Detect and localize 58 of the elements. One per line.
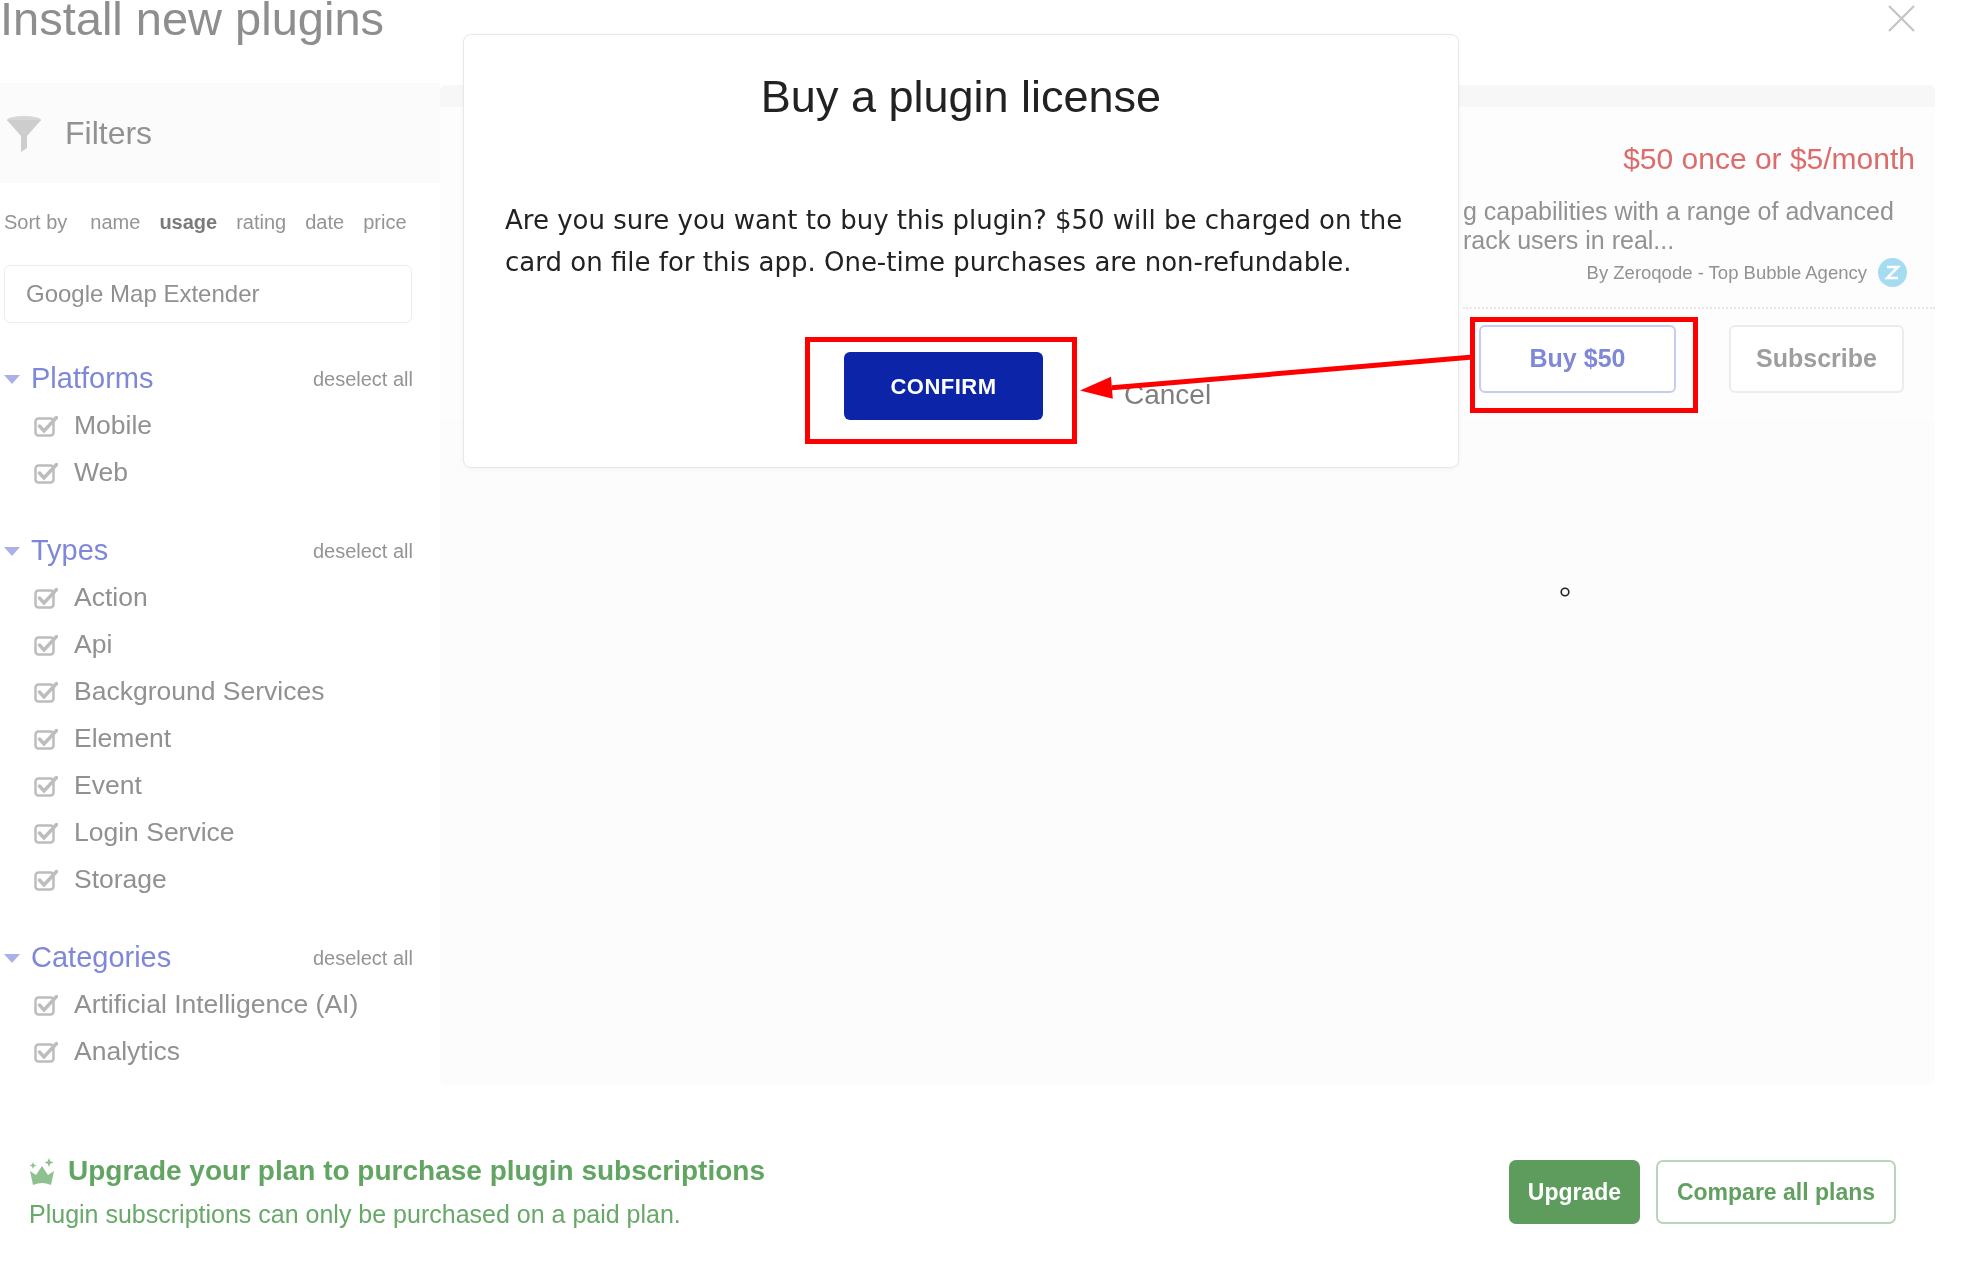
checkbox[interactable] [34, 586, 58, 609]
description-text: g capabilities with a range of advanced [1463, 197, 1895, 226]
sort-option[interactable]: date [305, 207, 345, 237]
caret-icon[interactable] [4, 546, 20, 556]
checkbox-label: Action [74, 580, 148, 614]
checkbox-label: Login Service [74, 815, 235, 849]
checkbox-label: Web [74, 455, 128, 489]
dialog-title: Buy a plugin license [759, 70, 1163, 124]
caret-icon[interactable] [4, 953, 20, 963]
cancel-button[interactable]: Cancel [1124, 373, 1212, 416]
sort-option[interactable]: usage [159, 207, 218, 237]
checkbox-label: Storage [74, 862, 167, 896]
checkbox[interactable] [34, 821, 58, 844]
checkbox[interactable] [34, 680, 58, 703]
deselect-all-link[interactable]: deselect all [312, 943, 413, 973]
deselect-all-link[interactable]: deselect all [312, 536, 413, 566]
close-icon[interactable] [1888, 5, 1915, 32]
checkbox-label: Api [74, 627, 113, 661]
upgrade-button[interactable]: Upgrade [1509, 1160, 1640, 1224]
group-title[interactable]: Platforms [31, 357, 154, 401]
checkbox[interactable] [34, 1040, 58, 1063]
deselect-all-link[interactable]: deselect all [312, 364, 413, 394]
sort-option[interactable]: name [90, 207, 141, 237]
checkbox-label: Mobile [74, 408, 153, 442]
checkbox[interactable] [34, 633, 58, 656]
checkbox-label: Analytics [74, 1034, 181, 1068]
upgrade-title: Upgrade your plan to purchase plugin subscriptions [68, 1154, 765, 1188]
checkbox[interactable] [34, 461, 58, 484]
sort-option[interactable]: rating [236, 207, 287, 237]
checkbox[interactable] [34, 868, 58, 891]
filters-title: Filters [65, 114, 153, 153]
author-logo-icon [1878, 258, 1907, 287]
crown-icon [29, 1157, 55, 1185]
checkbox[interactable] [34, 993, 58, 1016]
checkbox[interactable] [34, 774, 58, 797]
checkbox-label: Event [74, 768, 142, 802]
page-title: Install new plugins [0, 0, 385, 43]
compare-plans-button[interactable]: Compare all plans [1656, 1160, 1896, 1224]
group-title[interactable]: Types [31, 529, 109, 573]
price-text: $50 once or $5/month [1622, 141, 1915, 177]
checkbox-label: Artificial Intelligence (AI) [74, 987, 359, 1021]
sort-option[interactable]: price [363, 207, 407, 237]
dialog-message: Are you sure you want to buy this plugin? $50 will be charged on the card on file for this app. One-time purchases are non-refundable. [505, 204, 1404, 279]
funnel-icon [6, 114, 42, 152]
checkbox[interactable] [34, 727, 58, 750]
buy-button[interactable]: Buy $50 [1479, 325, 1676, 393]
group-title[interactable]: Categories [31, 936, 172, 980]
description-text: rack users in real... [1463, 226, 1676, 255]
checkbox[interactable] [34, 414, 58, 437]
search-field[interactable]: Google Map Extender [4, 265, 412, 323]
author-text: By Zeroqode - Top Bubble Agency [1586, 260, 1867, 285]
ring-icon [1560, 587, 1570, 597]
upgrade-subtitle: Plugin subscriptions can only be purchased on a paid plan. [29, 1199, 682, 1229]
confirm-button[interactable]: CONFIRM [844, 352, 1043, 420]
caret-icon[interactable] [4, 374, 20, 384]
checkbox-label: Element [74, 721, 172, 755]
sort-label: Sort by [4, 210, 68, 235]
checkbox-label: Background Services [74, 674, 325, 708]
